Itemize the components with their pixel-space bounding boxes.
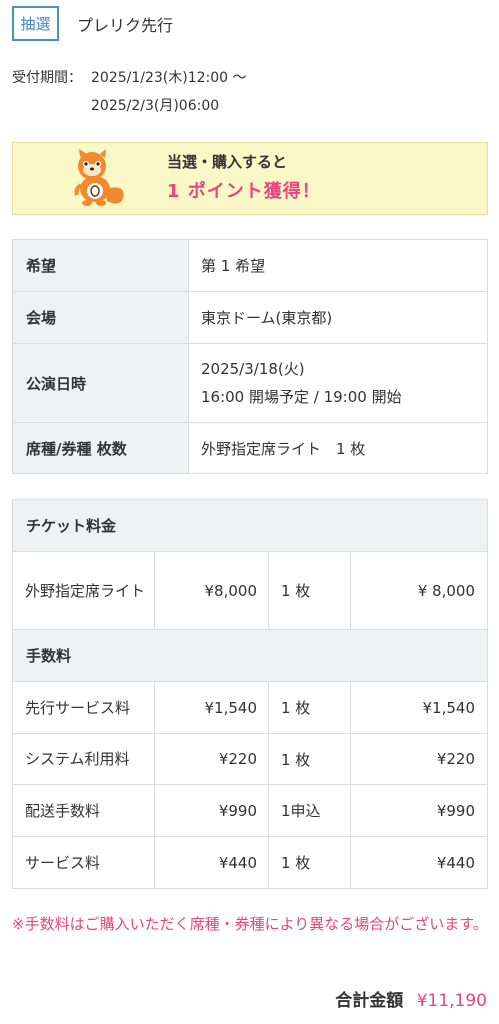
fee-name: サービス料 xyxy=(12,836,155,889)
info-label: 会場 xyxy=(12,291,189,344)
fee-unit-price: ¥440 xyxy=(154,836,269,889)
table-row: 配送手数料 ¥990 1申込 ¥990 xyxy=(12,784,488,837)
fee-name: 外野指定席ライト xyxy=(12,551,155,630)
fee-unit-price: ¥1,540 xyxy=(154,681,269,734)
fee-name: システム利用料 xyxy=(12,733,155,785)
table-row: 希望 第 1 希望 xyxy=(12,239,488,292)
fee-quantity: 1 枚 xyxy=(268,551,351,630)
fee-name: 先行サービス料 xyxy=(12,681,155,734)
points-line2: 1 ポイント獲得！ xyxy=(167,181,321,202)
grand-total-value: ¥11,190 xyxy=(416,991,487,1011)
fee-breakdown-table: チケット料金 外野指定席ライト ¥8,000 1 枚 ¥ 8,000 手数料 先… xyxy=(12,499,488,889)
period-label: 受付期間： xyxy=(12,70,82,86)
section-header-row: チケット料金 xyxy=(12,499,488,552)
fee-note: ※手数料はご購入いただく席種・券種により異なる場合がございます。 xyxy=(12,915,488,933)
fee-name: 配送手数料 xyxy=(12,784,155,837)
info-label: 希望 xyxy=(12,239,189,292)
points-banner: 当選・購入すると 1 ポイント獲得！ xyxy=(12,142,488,215)
period-end: 2025/2/3(月)06:00 xyxy=(91,98,220,114)
fee-subtotal: ¥220 xyxy=(350,733,488,785)
fee-subtotal: ¥440 xyxy=(350,836,488,889)
grand-total: 合計金額 ¥11,190 xyxy=(335,986,487,1011)
fee-subtotal: ¥990 xyxy=(350,784,488,837)
fee-quantity: 1 枚 xyxy=(268,733,351,785)
lottery-badge: 抽選 xyxy=(12,6,59,41)
points-line1: 当選・購入すると xyxy=(167,153,288,171)
table-row: 会場 東京ドーム(東京都) xyxy=(12,291,488,344)
table-row: 外野指定席ライト ¥8,000 1 枚 ¥ 8,000 xyxy=(12,551,488,630)
fee-subtotal: ¥ 8,000 xyxy=(350,551,488,630)
acceptance-period: 受付期間： 2025/1/23(木)12:00 〜 2025/2/3(月)06:… xyxy=(12,64,247,120)
fee-subtotal: ¥1,540 xyxy=(350,681,488,734)
fee-quantity: 1申込 xyxy=(268,784,351,837)
info-label: 席種/券種 枚数 xyxy=(12,422,189,474)
sale-header: 抽選 プレリク先行 xyxy=(12,6,173,41)
table-row: 先行サービス料 ¥1,540 1 枚 ¥1,540 xyxy=(12,681,488,734)
ponta-mascot-icon xyxy=(61,149,131,209)
sale-type-title: プレリク先行 xyxy=(77,15,174,35)
period-start: 2025/1/23(木)12:00 〜 xyxy=(91,70,247,86)
performance-date: 2025/3/18(火) xyxy=(201,360,305,378)
fee-quantity: 1 枚 xyxy=(268,681,351,734)
info-value: 第 1 希望 xyxy=(188,239,488,292)
performance-time: 16:00 開場予定 / 19:00 開始 xyxy=(201,388,402,406)
table-row: システム利用料 ¥220 1 枚 ¥220 xyxy=(12,733,488,785)
fee-unit-price: ¥990 xyxy=(154,784,269,837)
grand-total-label: 合計金額 xyxy=(335,991,404,1011)
performance-info-table: 希望 第 1 希望 会場 東京ドーム(東京都) 公演日時 2025/3/18(火… xyxy=(12,239,488,474)
fee-quantity: 1 枚 xyxy=(268,836,351,889)
fee-unit-price: ¥220 xyxy=(154,733,269,785)
info-value: 外野指定席ライト 1 枚 xyxy=(188,422,488,474)
table-row: サービス料 ¥440 1 枚 ¥440 xyxy=(12,836,488,889)
ticket-section-title: チケット料金 xyxy=(12,499,488,552)
info-value: 東京ドーム(東京都) xyxy=(188,291,488,344)
info-label: 公演日時 xyxy=(12,343,189,423)
table-row: 席種/券種 枚数 外野指定席ライト 1 枚 xyxy=(12,422,488,474)
table-row: 公演日時 2025/3/18(火) 16:00 開場予定 / 19:00 開始 xyxy=(12,343,488,423)
section-header-row: 手数料 xyxy=(12,629,488,682)
fee-unit-price: ¥8,000 xyxy=(154,551,269,630)
fee-section-title: 手数料 xyxy=(12,629,488,682)
